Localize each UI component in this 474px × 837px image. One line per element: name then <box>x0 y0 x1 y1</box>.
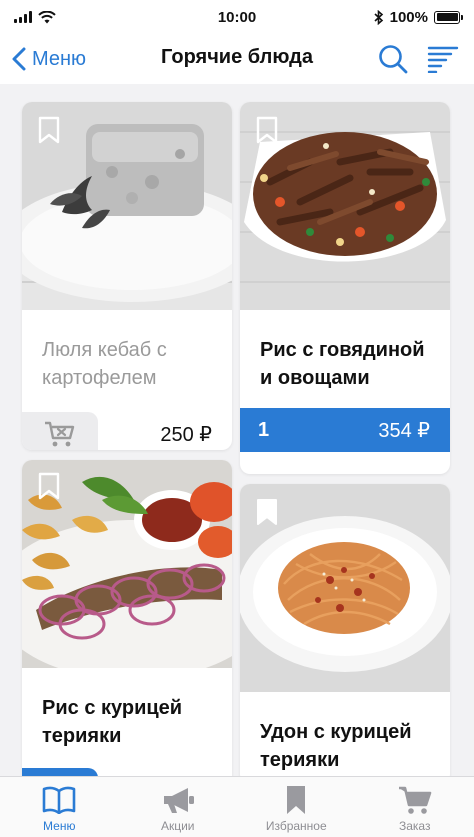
cellular-signal-icon <box>14 11 32 23</box>
tab-promotions[interactable]: Акции <box>123 783 233 833</box>
tab-favorites[interactable]: Избранное <box>241 783 351 833</box>
bookmark-icon <box>287 786 306 814</box>
wifi-icon <box>38 10 56 23</box>
bookmark-icon <box>257 499 277 525</box>
status-time: 10:00 <box>217 8 257 26</box>
dish-price: 250 ₽ <box>160 423 212 446</box>
add-to-cart-button-disabled[interactable] <box>22 412 98 450</box>
battery-percentage: 100% <box>389 8 428 26</box>
tab-label: Заказ <box>399 819 431 833</box>
tab-label: Меню <box>43 819 76 833</box>
tab-bar: Меню Акции Избранное Заказ <box>0 776 474 837</box>
chevron-left-icon <box>12 47 26 71</box>
dish-card[interactable]: Люля кебаб с картофелем 250 ₽ <box>22 102 232 450</box>
dish-title: Рис с говядиной и овощами <box>260 339 425 389</box>
search-icon <box>379 45 408 74</box>
cart-quantity-bar[interactable]: 1 354 ₽ <box>240 408 450 452</box>
dish-title: Люля кебаб с картофелем <box>42 339 167 389</box>
dish-image <box>22 460 232 668</box>
bookmark-icon <box>38 116 60 144</box>
battery-icon <box>434 10 463 24</box>
bookmark-icon <box>38 472 60 500</box>
cart-quantity: 1 <box>258 418 270 441</box>
search-button[interactable] <box>376 42 410 76</box>
dish-title: Рис с курицей терияки <box>42 697 183 747</box>
bookmark-button[interactable] <box>38 472 60 500</box>
bluetooth-icon <box>374 9 383 25</box>
dish-image <box>22 102 232 310</box>
cart-unavailable-icon <box>45 421 75 447</box>
bookmark-button[interactable] <box>38 116 60 144</box>
tab-menu[interactable]: Меню <box>4 783 114 833</box>
sort-icon <box>427 46 459 73</box>
bookmark-button[interactable] <box>256 498 278 526</box>
dish-card[interactable]: Рис с говядиной и овощами 1 354 ₽ <box>240 102 450 474</box>
dish-card[interactable]: Рис с курицей терияки <box>22 460 232 776</box>
add-to-cart-button[interactable] <box>22 768 98 776</box>
tab-order[interactable]: Заказ <box>360 783 470 833</box>
cart-icon <box>398 786 432 814</box>
status-bar: 10:00 100% <box>0 0 474 34</box>
dish-price: 354 ₽ <box>378 419 430 442</box>
tab-label: Избранное <box>265 819 327 833</box>
bookmark-button[interactable] <box>256 116 278 144</box>
book-icon <box>42 786 76 814</box>
back-button-label: Меню <box>32 47 87 70</box>
sort-button[interactable] <box>426 42 460 76</box>
back-button[interactable]: Меню <box>12 44 86 74</box>
dish-title: Удон с курицей терияки <box>260 721 412 771</box>
dish-list: Люля кебаб с картофелем 250 ₽ Рис с кури… <box>0 84 474 776</box>
bookmark-icon <box>256 116 278 144</box>
tab-label: Акции <box>160 819 195 833</box>
dish-image <box>240 102 450 310</box>
dish-image <box>240 484 450 692</box>
megaphone-icon <box>163 788 194 813</box>
navigation-bar: Меню Горячие блюда <box>0 34 474 84</box>
dish-card[interactable]: Удон с курицей терияки <box>240 484 450 776</box>
